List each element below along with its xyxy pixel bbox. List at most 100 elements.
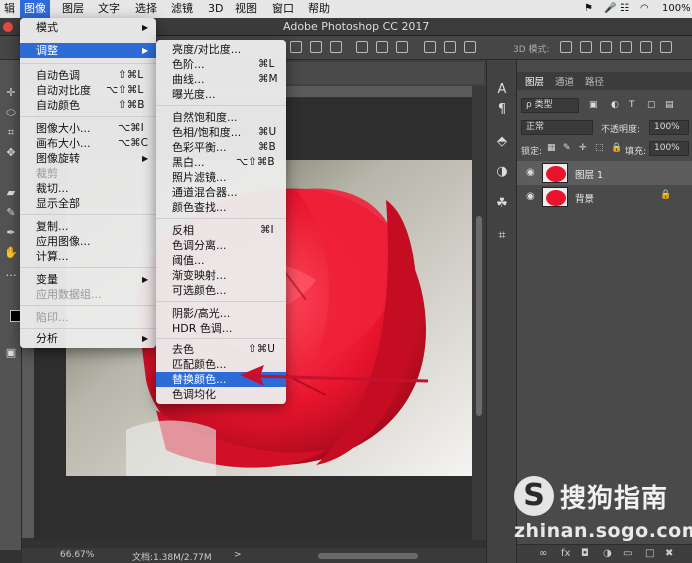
menu-item-posterize[interactable]: 色调分离... (156, 238, 286, 253)
quick-mask-icon[interactable]: ▣ (3, 346, 19, 360)
3d-pan-icon[interactable] (600, 41, 612, 53)
menu-item-auto-contrast[interactable]: 自动对比度 ⌥⇧⌘L (20, 83, 156, 98)
layers-panel-icon[interactable]: ⬘ (494, 134, 510, 150)
menu-item-levels[interactable]: 色阶... ⌘L (156, 57, 286, 72)
filter-adjust-icon[interactable]: ◐ (611, 100, 619, 110)
menu-item-canvas-size[interactable]: 画布大小... ⌥⌘C (20, 136, 156, 151)
menu-item-hdr-toning[interactable]: HDR 色调... (156, 321, 286, 336)
distribute-icon[interactable] (464, 41, 476, 53)
menu-3d[interactable]: 3D (204, 0, 227, 18)
zoom-level[interactable]: 66.67% (60, 550, 94, 560)
vertical-scrollbar[interactable] (472, 86, 486, 540)
menu-select[interactable]: 选择 (131, 0, 161, 18)
horizontal-scroll-thumb[interactable] (318, 553, 418, 559)
distribute-icon[interactable] (424, 41, 436, 53)
menu-item-channel-mixer[interactable]: 通道混合器... (156, 185, 286, 200)
eye-icon[interactable]: ◉ (526, 191, 535, 202)
menu-item-adjustments[interactable]: 调整 ▶ (20, 43, 156, 58)
more-tools-icon[interactable]: … (3, 266, 19, 280)
menu-item-gradient-map[interactable]: 渐变映射... (156, 268, 286, 283)
menu-item-photo-filter[interactable]: 照片滤镜... (156, 170, 286, 185)
align-icon[interactable] (310, 41, 322, 53)
adjustment-icon[interactable]: ◑ (603, 548, 612, 559)
menu-item-color-lookup[interactable]: 颜色查找... (156, 200, 286, 215)
eye-icon[interactable]: ◉ (526, 167, 535, 178)
menu-filter[interactable]: 滤镜 (167, 0, 197, 18)
layer-filter-select[interactable]: ρ 类型 (521, 98, 579, 113)
lock-artboard-icon[interactable]: ⬚ (595, 143, 604, 153)
menu-item-exposure[interactable]: 曝光度... (156, 87, 286, 102)
notification-icon[interactable]: ⚑ (584, 0, 593, 18)
mask-icon[interactable]: ◘ (581, 548, 589, 559)
styles-panel-icon[interactable]: ☘ (494, 196, 510, 212)
menu-item-brightness-contrast[interactable]: 亮度/对比度... (156, 42, 286, 57)
filter-type-icon[interactable]: T (629, 100, 635, 110)
filter-image-icon[interactable]: ▣ (589, 100, 598, 110)
layer-row[interactable]: ◉ 图层 1 (517, 161, 692, 185)
menu-item-trim[interactable]: 裁切... (20, 181, 156, 196)
opacity-input[interactable]: 100% (649, 120, 689, 135)
hand-tool-icon[interactable]: ✋ (3, 246, 19, 260)
menu-layer[interactable]: 图层 (58, 0, 88, 18)
crop-panel-icon[interactable]: ⌗ (494, 228, 510, 244)
layer-row[interactable]: ◉ 背景 🔒 (517, 185, 692, 209)
character-panel-icon[interactable]: A (494, 82, 510, 98)
tab-channels[interactable]: 通道 (555, 74, 574, 88)
tab-layers[interactable]: 图层 (525, 74, 544, 88)
folder-icon[interactable]: ▭ (623, 548, 632, 559)
microphone-icon[interactable]: 🎤 (604, 0, 616, 18)
filter-shape-icon[interactable]: ▢ (647, 100, 656, 110)
menu-view[interactable]: 视图 (231, 0, 261, 18)
menu-item-duplicate[interactable]: 复制... (20, 219, 156, 234)
menu-item-threshold[interactable]: 阈值... (156, 253, 286, 268)
align-icon[interactable] (356, 41, 368, 53)
menu-item-black-white[interactable]: 黑白... ⌥⇧⌘B (156, 155, 286, 170)
move-tool-icon[interactable]: ✛ (3, 86, 19, 100)
fill-input[interactable]: 100% (649, 141, 689, 156)
3d-rotate-icon[interactable] (560, 41, 572, 53)
fx-button[interactable]: fx (561, 548, 570, 559)
brush-tool-icon[interactable]: ✎ (3, 206, 19, 220)
menu-item-analysis[interactable]: 分析 ▶ (20, 331, 156, 346)
pen-tool-icon[interactable]: ✒ (3, 226, 19, 240)
menu-edit[interactable]: 辑 (0, 0, 19, 18)
lock-brush-icon[interactable]: ✎ (563, 143, 571, 153)
menu-help[interactable]: 帮助 (304, 0, 334, 18)
lasso-tool-icon[interactable]: ⬭ (3, 106, 19, 120)
menu-item-variables[interactable]: 变量 ▶ (20, 272, 156, 287)
layer-name[interactable]: 背景 (575, 191, 594, 205)
link-icon[interactable]: ∞ (539, 548, 547, 559)
eraser-tool-icon[interactable]: ▰ (3, 186, 19, 200)
menu-item-desaturate[interactable]: 去色 ⇧⌘U (156, 342, 286, 357)
menu-item-image-rotation[interactable]: 图像旋转 ▶ (20, 151, 156, 166)
workspace-icon[interactable] (660, 41, 672, 53)
input-method-icon[interactable]: ☷ (620, 0, 629, 18)
menu-item-invert[interactable]: 反相 ⌘I (156, 223, 286, 238)
lock-transparent-icon[interactable]: ▦ (547, 143, 556, 153)
trash-icon[interactable]: ✖ (665, 548, 673, 559)
menu-type[interactable]: 文字 (94, 0, 124, 18)
align-icon[interactable] (396, 41, 408, 53)
menu-item-apply-image[interactable]: 应用图像... (20, 234, 156, 249)
scroll-thumb[interactable] (476, 216, 482, 416)
menu-item-reveal-all[interactable]: 显示全部 (20, 196, 156, 211)
3d-roll-icon[interactable] (580, 41, 592, 53)
lock-position-icon[interactable]: ✛ (579, 143, 587, 153)
menu-item-shadows-highlights[interactable]: 阴影/高光... (156, 306, 286, 321)
adjustments-panel-icon[interactable]: ◑ (494, 164, 510, 180)
filter-smart-icon[interactable]: ▤ (665, 100, 674, 110)
search-icon[interactable] (640, 41, 652, 53)
menu-item-selective-color[interactable]: 可选颜色... (156, 283, 286, 298)
menu-item-mode[interactable]: 模式 ▶ (20, 20, 156, 35)
align-icon[interactable] (290, 41, 302, 53)
menu-item-color-balance[interactable]: 色彩平衡... ⌘B (156, 140, 286, 155)
3d-slide-icon[interactable] (620, 41, 632, 53)
healing-tool-icon[interactable]: ✥ (3, 146, 19, 160)
wifi-icon[interactable]: ◠ (640, 0, 649, 18)
lock-all-icon[interactable]: 🔒 (611, 143, 622, 153)
paragraph-panel-icon[interactable]: ¶ (494, 102, 510, 118)
menu-item-auto-color[interactable]: 自动颜色 ⇧⌘B (20, 98, 156, 113)
window-close-icon[interactable] (3, 22, 13, 32)
menu-item-vibrance[interactable]: 自然饱和度... (156, 110, 286, 125)
menu-item-auto-tone[interactable]: 自动色调 ⇧⌘L (20, 68, 156, 83)
